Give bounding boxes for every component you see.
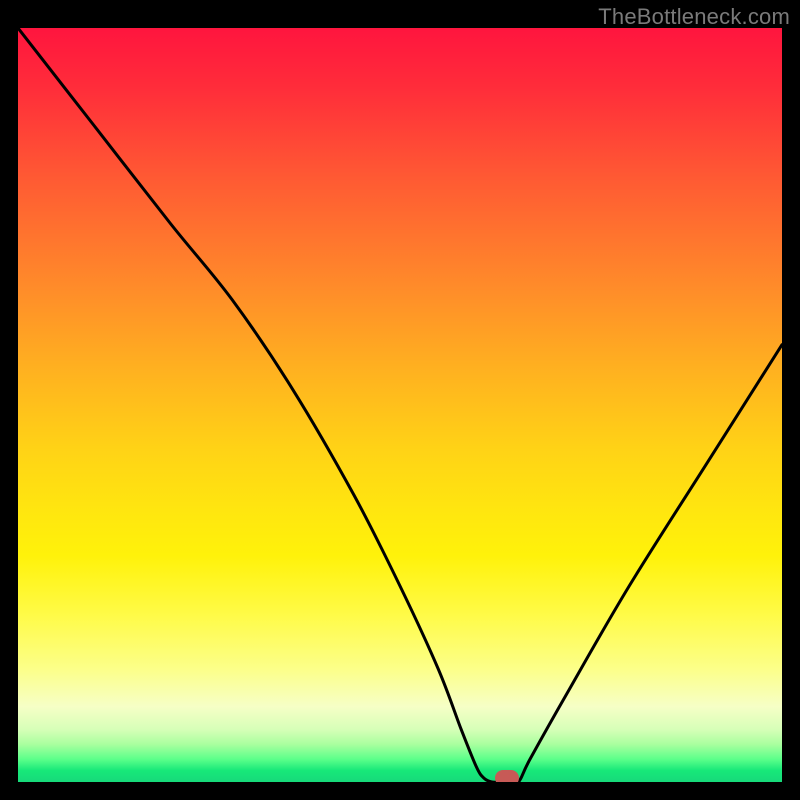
bottleneck-curve: [18, 28, 782, 782]
watermark-text: TheBottleneck.com: [598, 4, 790, 30]
chart-frame: TheBottleneck.com: [0, 0, 800, 800]
plot-area: [18, 28, 782, 782]
optimal-marker: [495, 770, 519, 782]
